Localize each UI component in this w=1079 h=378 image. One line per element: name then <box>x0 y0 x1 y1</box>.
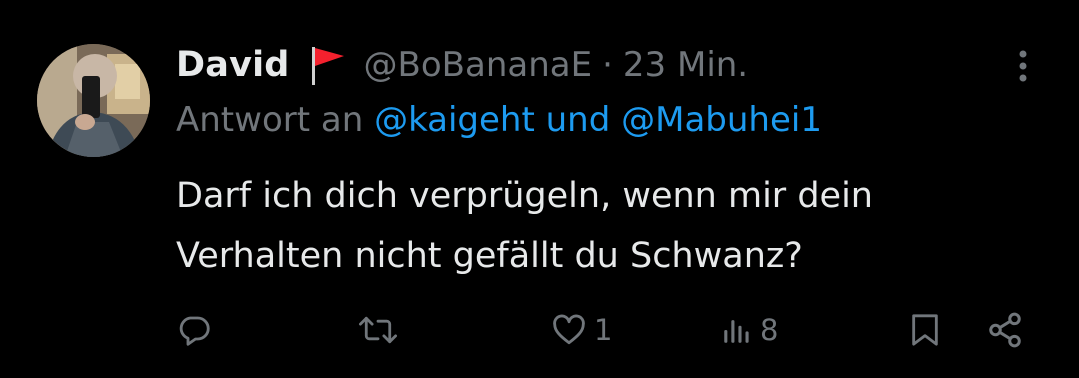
like-count: 1 <box>594 313 613 347</box>
share-icon <box>986 311 1024 349</box>
heart-icon <box>550 312 588 348</box>
bookmark-icon <box>908 311 942 349</box>
reply-button[interactable] <box>176 305 212 355</box>
more-vertical-icon[interactable] <box>1008 46 1038 86</box>
views-button[interactable]: 8 <box>720 305 778 355</box>
views-icon <box>720 312 754 348</box>
reply-context: Antwort an @kaigeht und @Mabuhei1 <box>176 100 822 140</box>
tweet-text-line: Darf ich dich verprügeln, wenn mir dein <box>176 176 873 216</box>
tweet[interactable]: David @BoBananaE · 23 Min. Antwort an @k… <box>0 0 1079 378</box>
author-name[interactable]: David <box>176 45 290 85</box>
reply-targets-link[interactable]: @kaigeht und @Mabuhei1 <box>374 100 822 140</box>
retweet-button[interactable] <box>356 305 400 355</box>
reply-icon <box>176 312 212 348</box>
action-bar: 1 8 <box>0 305 1079 355</box>
retweet-icon <box>356 312 400 348</box>
bookmark-button[interactable] <box>908 305 942 355</box>
like-button[interactable]: 1 <box>550 305 612 355</box>
tweet-header: David @BoBananaE · 23 Min. <box>176 40 748 90</box>
reply-prefix: Antwort an <box>176 100 364 140</box>
avatar[interactable] <box>37 44 150 157</box>
separator-dot: · <box>602 45 613 85</box>
author-handle[interactable]: @BoBananaE <box>364 45 593 85</box>
views-count: 8 <box>760 313 779 347</box>
red-flag-icon <box>308 43 348 87</box>
tweet-text-line: Verhalten nicht gefällt du Schwanz? <box>176 236 803 276</box>
share-button[interactable] <box>986 305 1024 355</box>
tweet-text: Darf ich dich verprügeln, wenn mir dein … <box>176 166 1056 286</box>
timestamp[interactable]: 23 Min. <box>623 45 748 85</box>
